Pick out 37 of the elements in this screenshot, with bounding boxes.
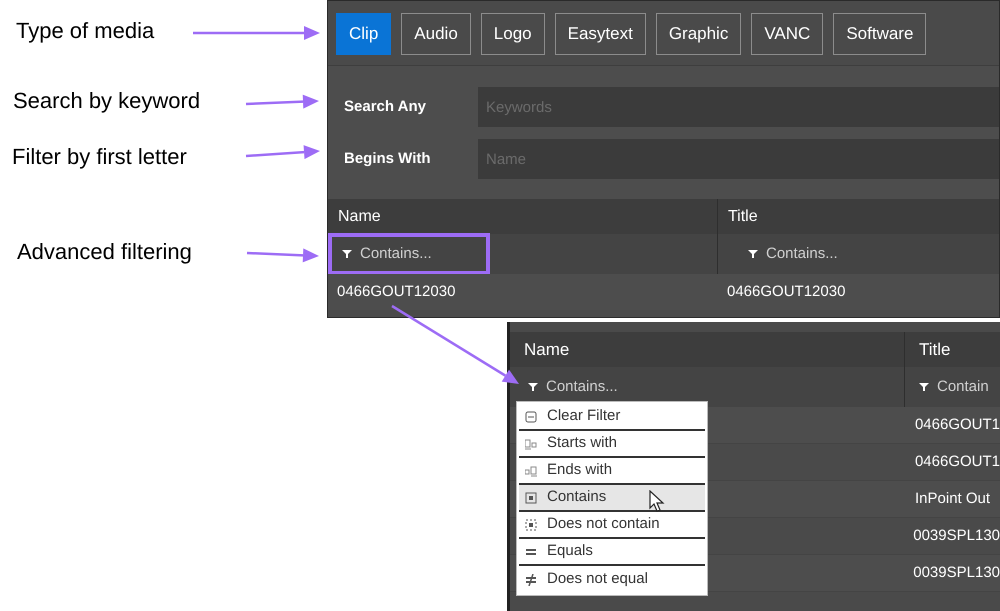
callout-label: Type of media (16, 17, 154, 45)
field-label: Search Any (343, 96, 427, 117)
callout-label: Filter by first letter (12, 143, 187, 171)
table-cell-text: 0466GOUT12030 (336, 282, 456, 302)
media-type-tab[interactable]: Software (833, 13, 926, 55)
column-header[interactable]: Title (718, 199, 999, 234)
table-cell-text: 0039SPL130 (912, 562, 1000, 583)
filter-icon (748, 249, 758, 259)
media-type-tab[interactable]: Clip (336, 13, 392, 55)
column-header[interactable]: Title (905, 332, 1000, 367)
field-label: Begins With (343, 148, 432, 169)
column-filter[interactable]: Contains... (332, 237, 486, 271)
table-cell-text: 0466GOUT1 (914, 452, 1000, 472)
minus-box-icon (525, 410, 537, 422)
dashed-square-icon (525, 518, 537, 530)
media-type-tab[interactable]: Graphic (656, 13, 742, 55)
media-type-tab[interactable]: VANC (751, 13, 824, 55)
menu-item[interactable]: Contains (519, 485, 705, 512)
table-cell-text: 0466GOUT12030 (726, 282, 846, 302)
table-cell-text: 0039SPL130 (912, 526, 1000, 546)
not-equal-icon (525, 574, 537, 586)
column-filter[interactable]: Contain (919, 376, 989, 398)
filter-icon (919, 382, 929, 392)
column-filter[interactable]: Contains... (738, 237, 848, 271)
column-filter[interactable]: Contains... (528, 376, 618, 398)
callout-label: Advanced filtering (17, 238, 192, 266)
underlined-squares-icon (525, 464, 537, 476)
mouse-cursor-icon (649, 490, 665, 512)
callout-label: Search by keyword (13, 87, 200, 115)
media-type-tab[interactable]: Easytext (554, 13, 646, 55)
table-cell-text: 0466GOUT1 (914, 414, 1000, 435)
filter-icon (528, 382, 538, 392)
media-type-tab[interactable]: Logo (480, 13, 545, 55)
filter-icon (342, 249, 352, 259)
table-cell-text: InPoint Out (914, 488, 992, 509)
media-type-tab[interactable]: Audio (401, 13, 471, 55)
underlined-squares-icon (525, 438, 537, 450)
